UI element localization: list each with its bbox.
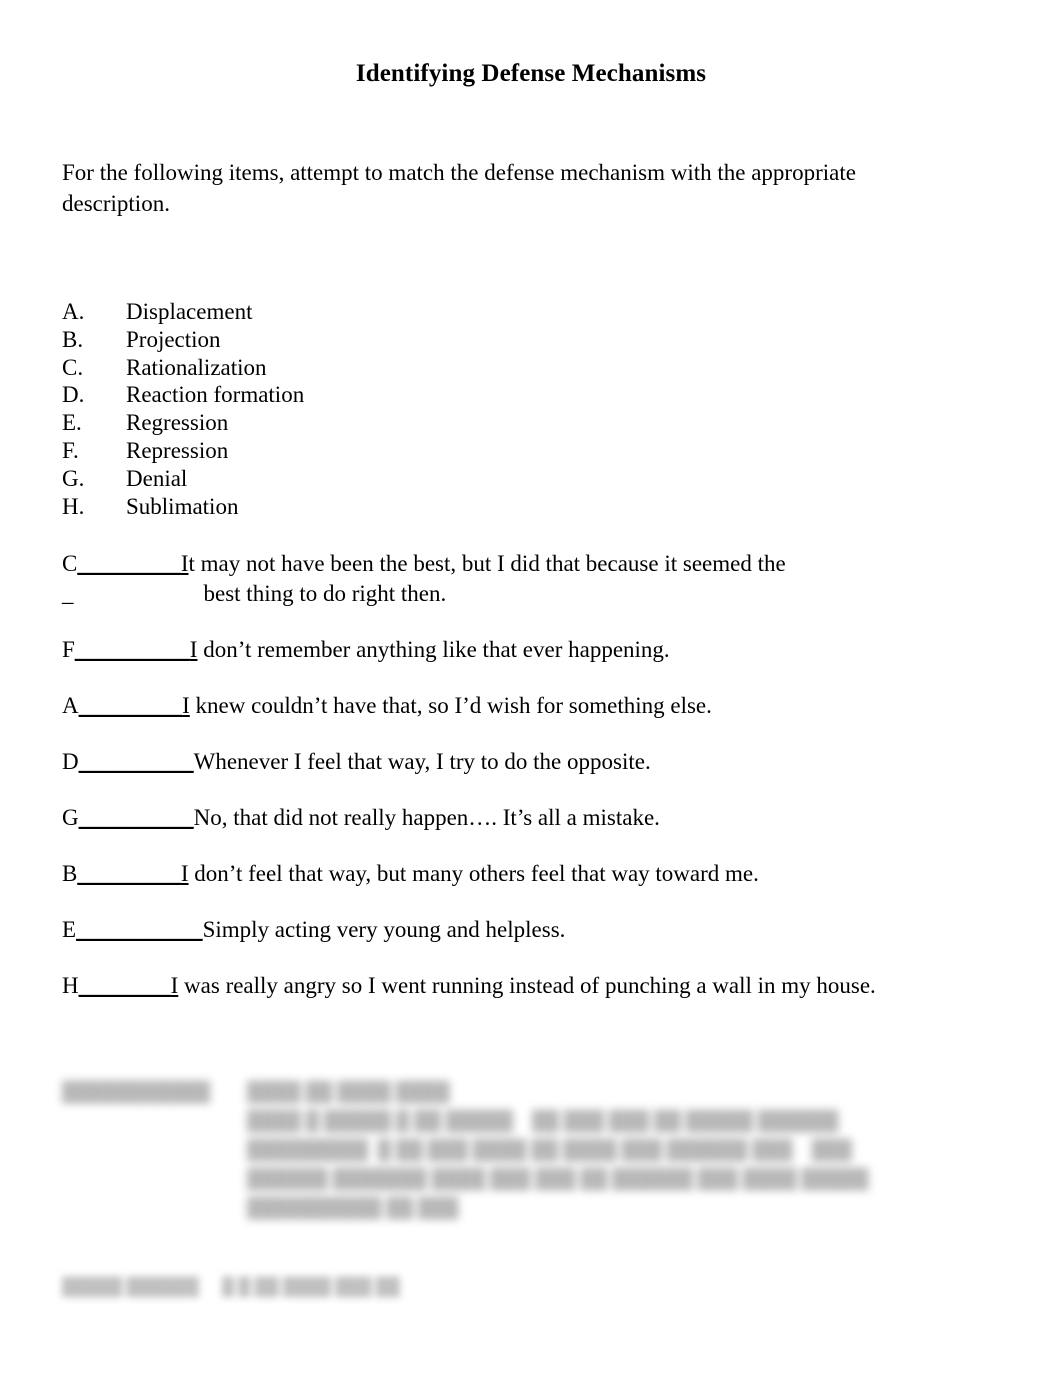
- document-page: Identifying Defense Mechanisms For the f…: [0, 0, 1062, 1377]
- illegible-line: █████████ █ ██ ███ ████ ██ ████ ███ ████…: [62, 1136, 992, 1165]
- answer-item: E___________Simply acting very young and…: [62, 915, 1022, 944]
- answer-item: H________I was really angry so I went ru…: [62, 971, 1022, 1000]
- list-item: D. Reaction formation: [62, 381, 562, 409]
- answer-prompt-text: Whenever I feel that way, I try to do th…: [193, 749, 651, 774]
- page-title: Identifying Defense Mechanisms: [355, 60, 707, 87]
- illegible-assignment-block: ███████████ ████ ██ ████ ████ ████ █ ████…: [62, 1078, 992, 1223]
- illegible-footer: █████ ██████ █ █ ██ ████ ███ ██: [62, 1276, 522, 1298]
- answer-prompt-text: t may not have been the best, but I did …: [188, 551, 786, 576]
- list-item-label: Displacement: [126, 299, 253, 324]
- answer-blank-line[interactable]: _________: [77, 551, 181, 576]
- list-item-label: Sublimation: [126, 493, 239, 519]
- answer-letter[interactable]: A: [62, 693, 79, 718]
- list-item-letter: B.: [62, 326, 84, 352]
- answer-prompt-text: No, that did not really happen…. It’s al…: [193, 805, 660, 830]
- answer-lead-char: I: [180, 861, 189, 886]
- list-item-letter: A.: [62, 299, 85, 324]
- list-item-letter: G.: [62, 465, 85, 491]
- illegible-line: ████ █ █████ █ ██ █████ ██ ███ ███ ██ ██…: [62, 1107, 992, 1136]
- illegible-line: ██████████ ██ ███: [62, 1194, 992, 1223]
- illegible-label: ███████████: [62, 1082, 211, 1103]
- list-item-label: Denial: [126, 465, 188, 491]
- answer-item: B_________I don’t feel that way, but man…: [62, 859, 1022, 888]
- illegible-footer-value: █ █ ██ ████ ███ ██: [222, 1277, 400, 1296]
- list-item: G. Denial: [62, 465, 562, 493]
- answer-continuation-text: best thing to do right then.: [203, 581, 447, 606]
- answer-letter[interactable]: C: [62, 551, 77, 576]
- answer-continuation-marker: _: [62, 581, 74, 606]
- answer-prompt-text: knew couldn’t have that, so I’d wish for…: [189, 693, 712, 718]
- list-item-letter: C.: [62, 354, 84, 380]
- list-item: E. Regression: [62, 409, 562, 437]
- answer-prompt-text: was really angry so I went running inste…: [178, 973, 876, 998]
- list-item-label: Rationalization: [126, 354, 267, 380]
- answer-blank-line[interactable]: _________: [77, 861, 181, 886]
- answer-prompt-text: don’t remember anything like that ever h…: [197, 637, 670, 662]
- answer-item: C_________It may not have been the best,…: [62, 549, 1022, 608]
- list-item: H. Sublimation: [62, 493, 562, 521]
- answer-item: G__________No, that did not really happe…: [62, 803, 1022, 832]
- list-item-letter: E.: [62, 410, 82, 436]
- list-item-letter: D.: [62, 382, 85, 408]
- answer-continuation: _ best thing to do right then.: [62, 579, 1022, 608]
- illegible-line: ███████████ ████ ██ ████ ████: [62, 1078, 992, 1107]
- illegible-text: ██████████ ██ ███: [247, 1198, 459, 1219]
- list-item: A. Displacement: [62, 298, 562, 326]
- answer-blank-line[interactable]: ___________: [76, 917, 203, 942]
- answer-item: A_________I knew couldn’t have that, so …: [62, 691, 1022, 720]
- illegible-text: ██████ ███████ ████ ███ ███ ██ ██████ ██…: [247, 1169, 869, 1190]
- answer-letter[interactable]: F: [62, 637, 75, 662]
- illegible-footer-label: █████ ██████: [62, 1277, 199, 1296]
- answer-blank-line[interactable]: _________: [79, 693, 183, 718]
- answer-prompt-text: Simply acting very young and helpless.: [202, 917, 566, 942]
- answer-letter[interactable]: B: [62, 861, 77, 886]
- answer-letter[interactable]: G: [62, 805, 79, 830]
- list-item: B. Projection: [62, 326, 562, 354]
- list-item-label: Regression: [126, 410, 229, 436]
- answer-letter[interactable]: H: [62, 973, 79, 998]
- answer-lead-char: I: [180, 551, 189, 576]
- answer-lead-char: I: [182, 693, 190, 718]
- intro-paragraph: For the following items, attempt to matc…: [62, 160, 856, 216]
- list-item-letter: H.: [62, 493, 85, 519]
- answer-blank-line[interactable]: __________: [75, 637, 190, 662]
- answer-blank-line[interactable]: ________: [79, 973, 171, 998]
- answer-blank-line[interactable]: __________: [79, 805, 194, 830]
- list-item-label: Repression: [126, 437, 229, 463]
- list-item: C. Rationalization: [62, 354, 562, 382]
- answer-blank-line[interactable]: __________: [79, 749, 194, 774]
- list-item-label: Reaction formation: [126, 382, 305, 408]
- illegible-text: ████ ██ ████ ████: [247, 1082, 450, 1103]
- list-item-label: Projection: [126, 326, 221, 352]
- answer-item: F__________I don’t remember anything lik…: [62, 635, 1022, 664]
- answer-items: C_________It may not have been the best,…: [62, 549, 1022, 1027]
- answer-letter[interactable]: D: [62, 749, 79, 774]
- list-item: F. Repression: [62, 437, 562, 465]
- illegible-text: ████ █ █████ █ ██ █████ ██ ███ ███ ██ ██…: [247, 1111, 839, 1132]
- answer-letter[interactable]: E: [62, 917, 76, 942]
- list-item-letter: F.: [62, 437, 79, 463]
- answer-item: D__________Whenever I feel that way, I t…: [62, 747, 1022, 776]
- illegible-line: ██████ ███████ ████ ███ ███ ██ ██████ ██…: [62, 1165, 992, 1194]
- defense-mechanism-list: A. Displacement B. Projection C. Rationaliz…: [62, 298, 562, 520]
- illegible-text: █████████ █ ██ ███ ████ ██ ████ ███ ████…: [247, 1140, 852, 1161]
- answer-prompt-text: don’t feel that way, but many others fee…: [188, 861, 759, 886]
